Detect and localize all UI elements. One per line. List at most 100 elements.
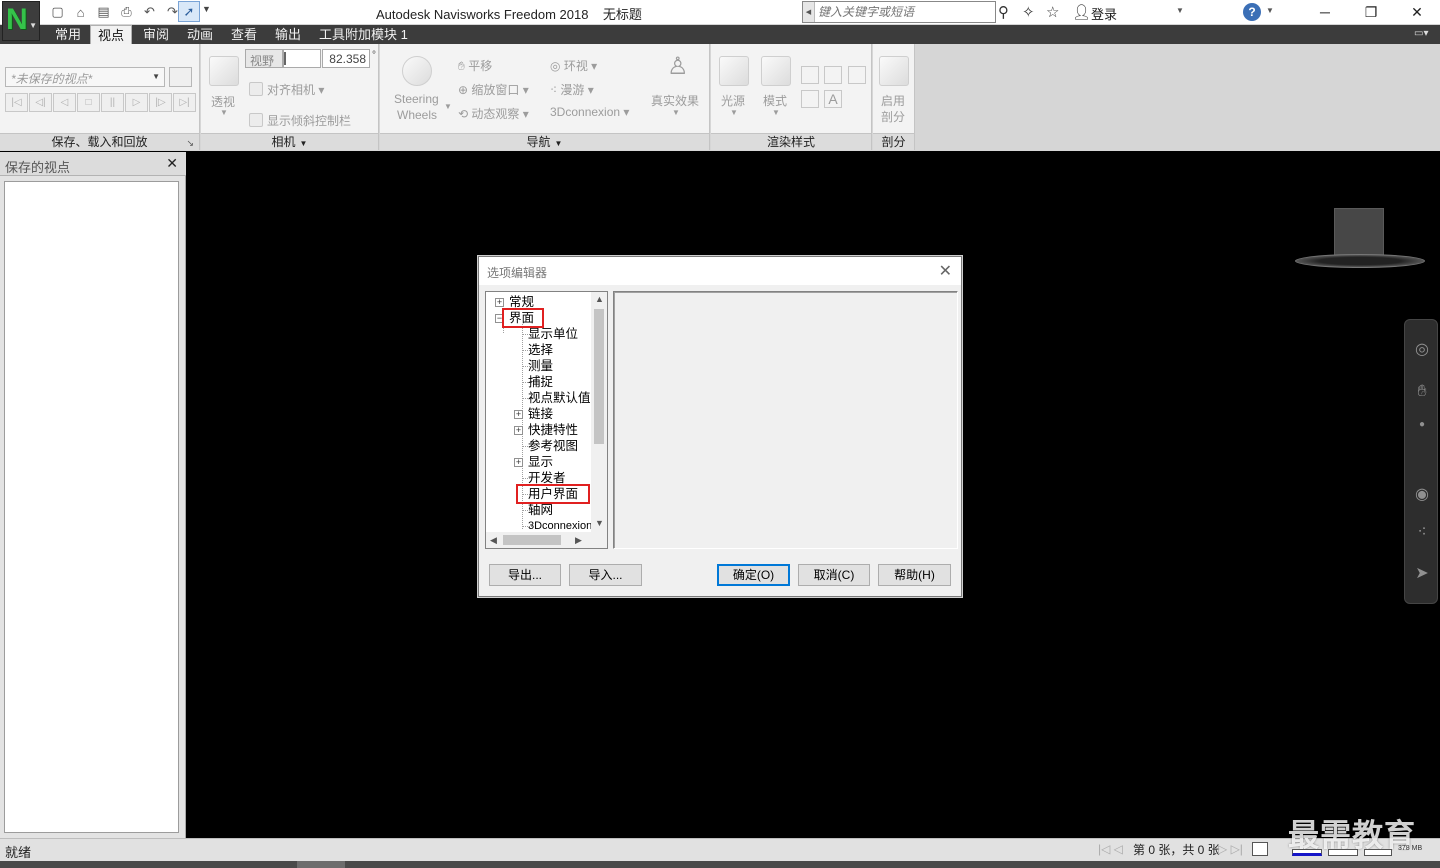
- dialog-launcher-icon[interactable]: ↘: [186, 135, 194, 151]
- close-icon[interactable]: ✕: [939, 261, 952, 281]
- fov-slider[interactable]: [283, 49, 321, 68]
- step-back-icon[interactable]: ◁|: [29, 93, 52, 112]
- minimize-button[interactable]: ─: [1302, 0, 1348, 24]
- tab-view[interactable]: 查看: [231, 25, 257, 44]
- qat-customize-dropdown-icon[interactable]: ▼: [202, 4, 211, 14]
- scroll-up-icon[interactable]: ▲: [595, 294, 604, 304]
- tab-review[interactable]: 审阅: [143, 25, 169, 44]
- tree-node-measure[interactable]: 测量: [528, 358, 553, 374]
- favorites-star-icon[interactable]: ☆: [1046, 3, 1059, 21]
- expand-plus-icon[interactable]: +: [495, 298, 504, 307]
- play-icon[interactable]: ▷: [125, 93, 148, 112]
- scroll-thumb[interactable]: [503, 535, 561, 545]
- close-window-button[interactable]: ✕: [1394, 0, 1440, 24]
- select-arrow-icon[interactable]: ➤: [1413, 564, 1431, 582]
- tree-node-display-units[interactable]: 显示单位: [528, 326, 578, 342]
- panel-title-camera[interactable]: 相机 ▼: [201, 133, 378, 150]
- select-cursor-icon[interactable]: ➚: [178, 1, 200, 22]
- points-icon[interactable]: [848, 66, 866, 84]
- close-icon[interactable]: ✕: [166, 155, 178, 172]
- import-button[interactable]: 导入...: [569, 564, 642, 586]
- zoom-window-button[interactable]: ⊕ 缩放窗口 ▾: [458, 81, 529, 98]
- help-dropdown-icon[interactable]: ▼: [1266, 6, 1274, 15]
- tree-vertical-scrollbar[interactable]: ▲ ▼: [591, 292, 607, 532]
- tab-viewpoint[interactable]: 视点: [90, 25, 133, 44]
- walk-button[interactable]: ⁖ 漫游 ▾: [550, 81, 594, 98]
- tree-node-links[interactable]: 链接: [528, 406, 553, 422]
- viewcube-compass-ring[interactable]: [1295, 254, 1425, 268]
- expand-plus-icon[interactable]: +: [514, 426, 523, 435]
- sheet-browser-icon[interactable]: [1252, 842, 1268, 856]
- saved-viewpoint-select[interactable]: *未保存的视点* ▼: [5, 67, 165, 87]
- print-icon[interactable]: ⎙: [117, 3, 136, 21]
- lines-icon[interactable]: [824, 66, 842, 84]
- new-file-icon[interactable]: ▢: [48, 3, 67, 21]
- steering-wheels-line2[interactable]: Wheels: [397, 108, 437, 122]
- show-tilt-bar-button[interactable]: 显示倾斜控制栏: [249, 112, 351, 129]
- cancel-button[interactable]: 取消(C): [798, 564, 870, 586]
- ribbon-options-icon[interactable]: ▭▾: [1414, 28, 1434, 40]
- pan-hand-icon[interactable]: ✋︎: [1413, 383, 1431, 401]
- stop-icon[interactable]: □: [77, 93, 100, 112]
- expand-plus-icon[interactable]: +: [514, 410, 523, 419]
- ok-button[interactable]: 确定(O): [717, 564, 790, 586]
- restore-button[interactable]: ❐: [1348, 0, 1394, 24]
- realism-figure-icon[interactable]: ♙: [667, 52, 689, 81]
- binoculars-icon[interactable]: ⚲: [998, 3, 1009, 21]
- tree-node-reference-views[interactable]: 参考视图: [528, 438, 578, 454]
- saved-viewpoints-list[interactable]: [4, 181, 179, 833]
- save-icon[interactable]: ▤: [94, 3, 113, 21]
- first-frame-icon[interactable]: |◁: [5, 93, 28, 112]
- realism-button[interactable]: 真实效果: [651, 92, 699, 109]
- align-camera-button[interactable]: 对齐相机 ▾: [249, 81, 324, 98]
- tree-node-grids[interactable]: 轴网: [528, 502, 553, 518]
- undo-icon[interactable]: ↶: [140, 3, 159, 21]
- help-button[interactable]: 帮助(H): [878, 564, 951, 586]
- 3dconnexion-button[interactable]: 3Dconnexion ▾: [550, 105, 629, 119]
- pan-button[interactable]: ✋︎ 平移: [458, 57, 492, 74]
- play-reverse-icon[interactable]: ◁: [53, 93, 76, 112]
- perspective-camera-icon[interactable]: [209, 56, 239, 86]
- panel-title-save[interactable]: 保存、载入和回放 ↘: [0, 133, 199, 150]
- panel-title-navigation[interactable]: 导航 ▼: [380, 133, 709, 150]
- search-expand-icon[interactable]: ◀: [803, 2, 815, 22]
- tab-home[interactable]: 常用: [55, 25, 81, 44]
- scroll-right-icon[interactable]: ▶: [575, 535, 582, 546]
- login-link[interactable]: 登录: [1091, 4, 1117, 23]
- expand-plus-icon[interactable]: +: [514, 458, 523, 467]
- tree-horizontal-scrollbar[interactable]: ◀ ▶: [486, 532, 607, 548]
- communication-center-icon[interactable]: ✧: [1022, 3, 1035, 21]
- orbit-button[interactable]: ⟲ 动态观察 ▾: [458, 105, 529, 122]
- tree-node-selection[interactable]: 选择: [528, 342, 553, 358]
- step-forward-icon[interactable]: |▷: [149, 93, 172, 112]
- last-frame-icon[interactable]: ▷|: [173, 93, 196, 112]
- mode-button[interactable]: 模式: [763, 92, 787, 109]
- export-button[interactable]: 导出...: [489, 564, 561, 586]
- tree-node-quick-properties[interactable]: 快捷特性: [528, 422, 578, 438]
- pause-icon[interactable]: ||: [101, 93, 124, 112]
- look-around-button[interactable]: ◎ 环视 ▾: [550, 57, 597, 74]
- surfaces-icon[interactable]: [801, 66, 819, 84]
- steering-wheel-nav-icon[interactable]: ◎: [1413, 340, 1431, 358]
- lighting-button[interactable]: 光源: [721, 92, 745, 109]
- tree-node-viewpoint-defaults[interactable]: 视点默认值: [528, 390, 591, 406]
- snap-points-icon[interactable]: [801, 90, 819, 108]
- steering-wheels-line1[interactable]: Steering: [394, 92, 439, 106]
- scroll-left-icon[interactable]: ◀: [490, 535, 497, 546]
- tab-output[interactable]: 输出: [275, 25, 301, 44]
- enable-sectioning-line2[interactable]: 剖分: [881, 108, 905, 125]
- viewcube[interactable]: [1334, 208, 1384, 258]
- text-icon[interactable]: A: [824, 90, 842, 108]
- flashlight-icon[interactable]: [719, 56, 749, 86]
- scroll-down-icon[interactable]: ▼: [595, 518, 604, 528]
- login-dropdown-icon[interactable]: ▼: [1176, 6, 1184, 15]
- tab-animation[interactable]: 动画: [187, 25, 213, 44]
- enable-sectioning-icon[interactable]: [879, 56, 909, 86]
- tab-addins[interactable]: 工具附加模块 1: [319, 25, 408, 44]
- zoom-nav-icon[interactable]: ●: [1413, 415, 1431, 433]
- orbit-nav-icon[interactable]: ◉: [1413, 485, 1431, 503]
- manage-viewpoints-icon[interactable]: [169, 67, 192, 87]
- sheet-prev-icons[interactable]: |◁ ◁: [1098, 842, 1123, 856]
- scroll-thumb[interactable]: [594, 309, 604, 444]
- help-icon[interactable]: ?: [1243, 3, 1261, 21]
